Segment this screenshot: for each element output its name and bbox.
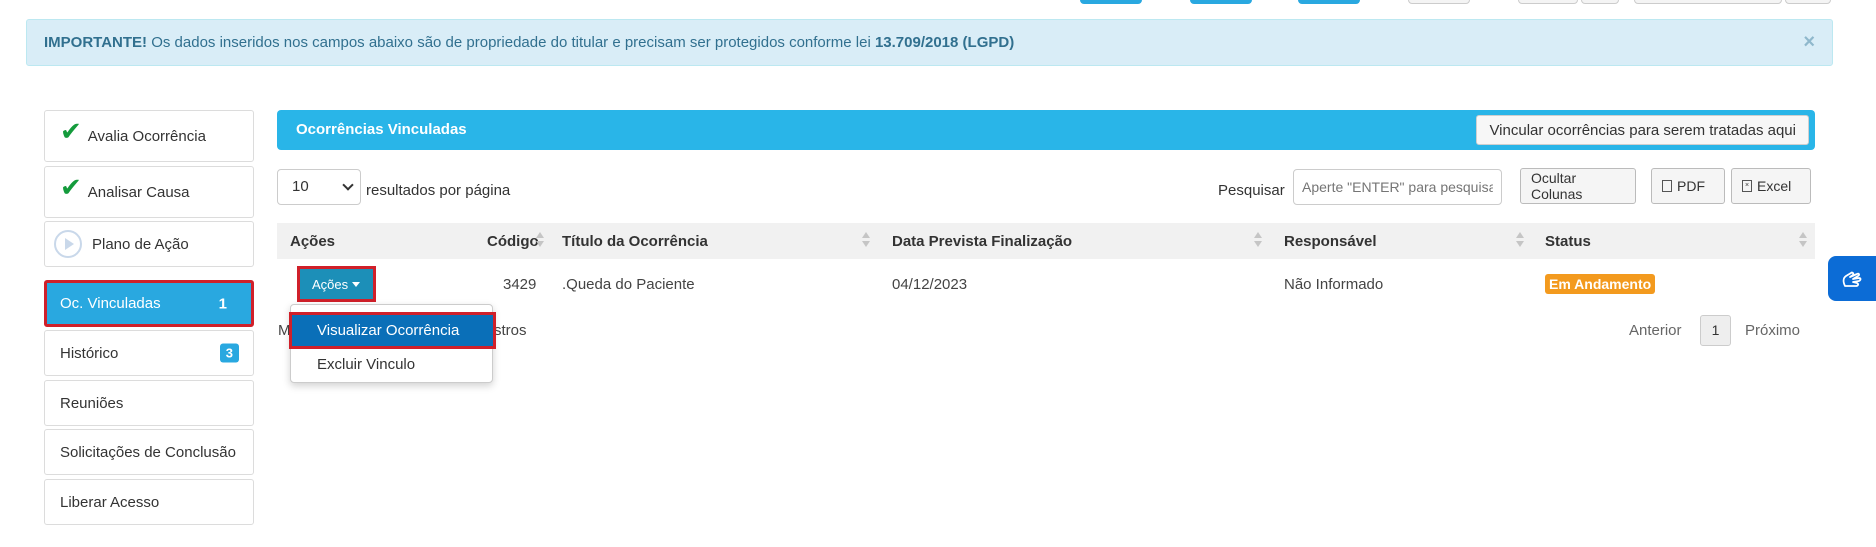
count-badge: 1 (218, 295, 227, 312)
row-title: .Queda do Paciente (562, 276, 695, 293)
check-icon: ✔ (60, 116, 82, 146)
panel-header: Ocorrências Vinculadas Vincular ocorrênc… (277, 110, 1815, 150)
sort-icon[interactable] (1799, 232, 1807, 250)
row-responsible: Não Informado (1284, 276, 1384, 293)
row-actions-button[interactable]: Ações (297, 266, 376, 302)
search-input[interactable] (1293, 169, 1502, 205)
page-size-value: 10 (292, 178, 309, 195)
sidebar-item-avalia-ocorrencia[interactable]: ✔ Avalia Ocorrência (44, 110, 254, 162)
top-toolbar-button-5[interactable] (1518, 0, 1578, 4)
link-occurrences-button[interactable]: Vincular ocorrências para serem tratadas… (1476, 115, 1809, 145)
top-toolbar-button-6[interactable] (1581, 0, 1619, 4)
sidebar-item-liberar-acesso[interactable]: Liberar Acesso (44, 479, 254, 525)
sidebar-item-analisar-causa[interactable]: ✔ Analisar Causa (44, 166, 254, 218)
lgpd-alert: IMPORTANTE! Os dados inseridos nos campo… (26, 19, 1833, 66)
sidebar-item-label: Histórico (60, 344, 119, 362)
page-size-select[interactable]: 10 (277, 169, 361, 205)
column-header-responsavel[interactable]: Responsável (1284, 233, 1377, 250)
column-header-data-prevista[interactable]: Data Prevista Finalização (892, 233, 1072, 250)
sort-icon[interactable] (862, 232, 870, 250)
row-code: 3429 (503, 276, 537, 293)
file-excel-icon: × (1742, 180, 1752, 192)
alert-law: 13.709/2018 (LGPD) (874, 34, 1015, 51)
status-badge: Em Andamento (1545, 274, 1656, 294)
file-pdf-icon (1662, 180, 1672, 192)
close-icon[interactable]: × (1803, 31, 1815, 54)
pdf-button[interactable]: PDF (1651, 168, 1725, 204)
count-badge: 3 (219, 343, 239, 363)
table-info-end: stros (494, 322, 527, 339)
top-toolbar-button-1[interactable] (1080, 0, 1142, 4)
search-label: Pesquisar (1218, 182, 1285, 199)
menu-item-excluir-vinculo[interactable]: Excluir Vinculo (291, 349, 492, 379)
sort-icon[interactable] (1254, 232, 1262, 250)
menu-item-visualizar-ocorrencia[interactable]: Visualizar Ocorrência (289, 312, 496, 349)
sidebar-item-label: Solicitações de Conclusão (60, 443, 236, 461)
excel-label: Excel (1757, 178, 1792, 194)
per-page-label: resultados por página (366, 182, 511, 199)
sidebar-item-label: Liberar Acesso (60, 493, 160, 511)
sidebar-item-label: Avalia Ocorrência (87, 127, 206, 145)
top-toolbar-button-2[interactable] (1190, 0, 1252, 4)
sidebar-item-label: Plano de Ação (92, 235, 189, 253)
alert-text: Os dados inseridos nos campos abaixo são… (147, 34, 875, 51)
row-actions-dropdown: Visualizar Ocorrência Excluir Vinculo (289, 304, 496, 383)
top-toolbar-button-3[interactable] (1298, 0, 1360, 4)
alert-strong: IMPORTANTE! (44, 34, 148, 51)
sidebar-item-label: Analisar Causa (87, 183, 190, 201)
sort-icon[interactable] (536, 232, 544, 250)
column-header-titulo[interactable]: Título da Ocorrência (562, 233, 708, 250)
sidebar-item-plano-de-acao[interactable]: Plano de Ação (44, 221, 254, 267)
caret-down-icon (352, 281, 361, 287)
chevron-down-icon (342, 179, 354, 191)
top-toolbar-button-8[interactable] (1785, 0, 1831, 4)
row-date: 04/12/2023 (892, 276, 968, 293)
sidebar-item-reunioes[interactable]: Reuniões (44, 380, 254, 426)
sidebar-item-label: Oc. Vinculadas (60, 295, 161, 312)
table-header: Ações Código Título da Ocorrência Data P… (277, 223, 1815, 259)
column-header-acoes: Ações (290, 233, 336, 250)
check-icon: ✔ (60, 172, 82, 202)
sidebar-item-historico[interactable]: Histórico 3 (44, 330, 254, 376)
panel-title: Ocorrências Vinculadas (296, 121, 467, 138)
top-toolbar-button-4[interactable] (1408, 0, 1470, 4)
hide-columns-label: Ocultar Colunas (1531, 170, 1583, 202)
pagination-page-1[interactable]: 1 (1700, 315, 1731, 346)
column-header-status[interactable]: Status (1545, 233, 1591, 250)
column-header-codigo[interactable]: Código (487, 233, 539, 250)
play-circle-icon (54, 230, 82, 258)
accessibility-button[interactable] (1828, 256, 1876, 301)
top-toolbar-button-7[interactable] (1634, 0, 1782, 4)
pagination-next[interactable]: Próximo (1745, 322, 1800, 339)
sign-language-icon (1842, 271, 1862, 287)
pdf-label: PDF (1677, 178, 1705, 194)
sort-icon[interactable] (1516, 232, 1524, 250)
excel-button[interactable]: × Excel (1731, 168, 1811, 204)
row-actions-label: Ações (312, 276, 349, 292)
pagination-previous[interactable]: Anterior (1629, 322, 1682, 339)
hide-columns-button[interactable]: Ocultar Colunas (1520, 168, 1636, 204)
sidebar-item-oc-vinculadas[interactable]: Oc. Vinculadas 1 (44, 280, 254, 327)
sidebar-item-label: Reuniões (60, 394, 124, 412)
sidebar-item-solicitacoes-de-conclusao[interactable]: Solicitações de Conclusão (44, 429, 254, 475)
